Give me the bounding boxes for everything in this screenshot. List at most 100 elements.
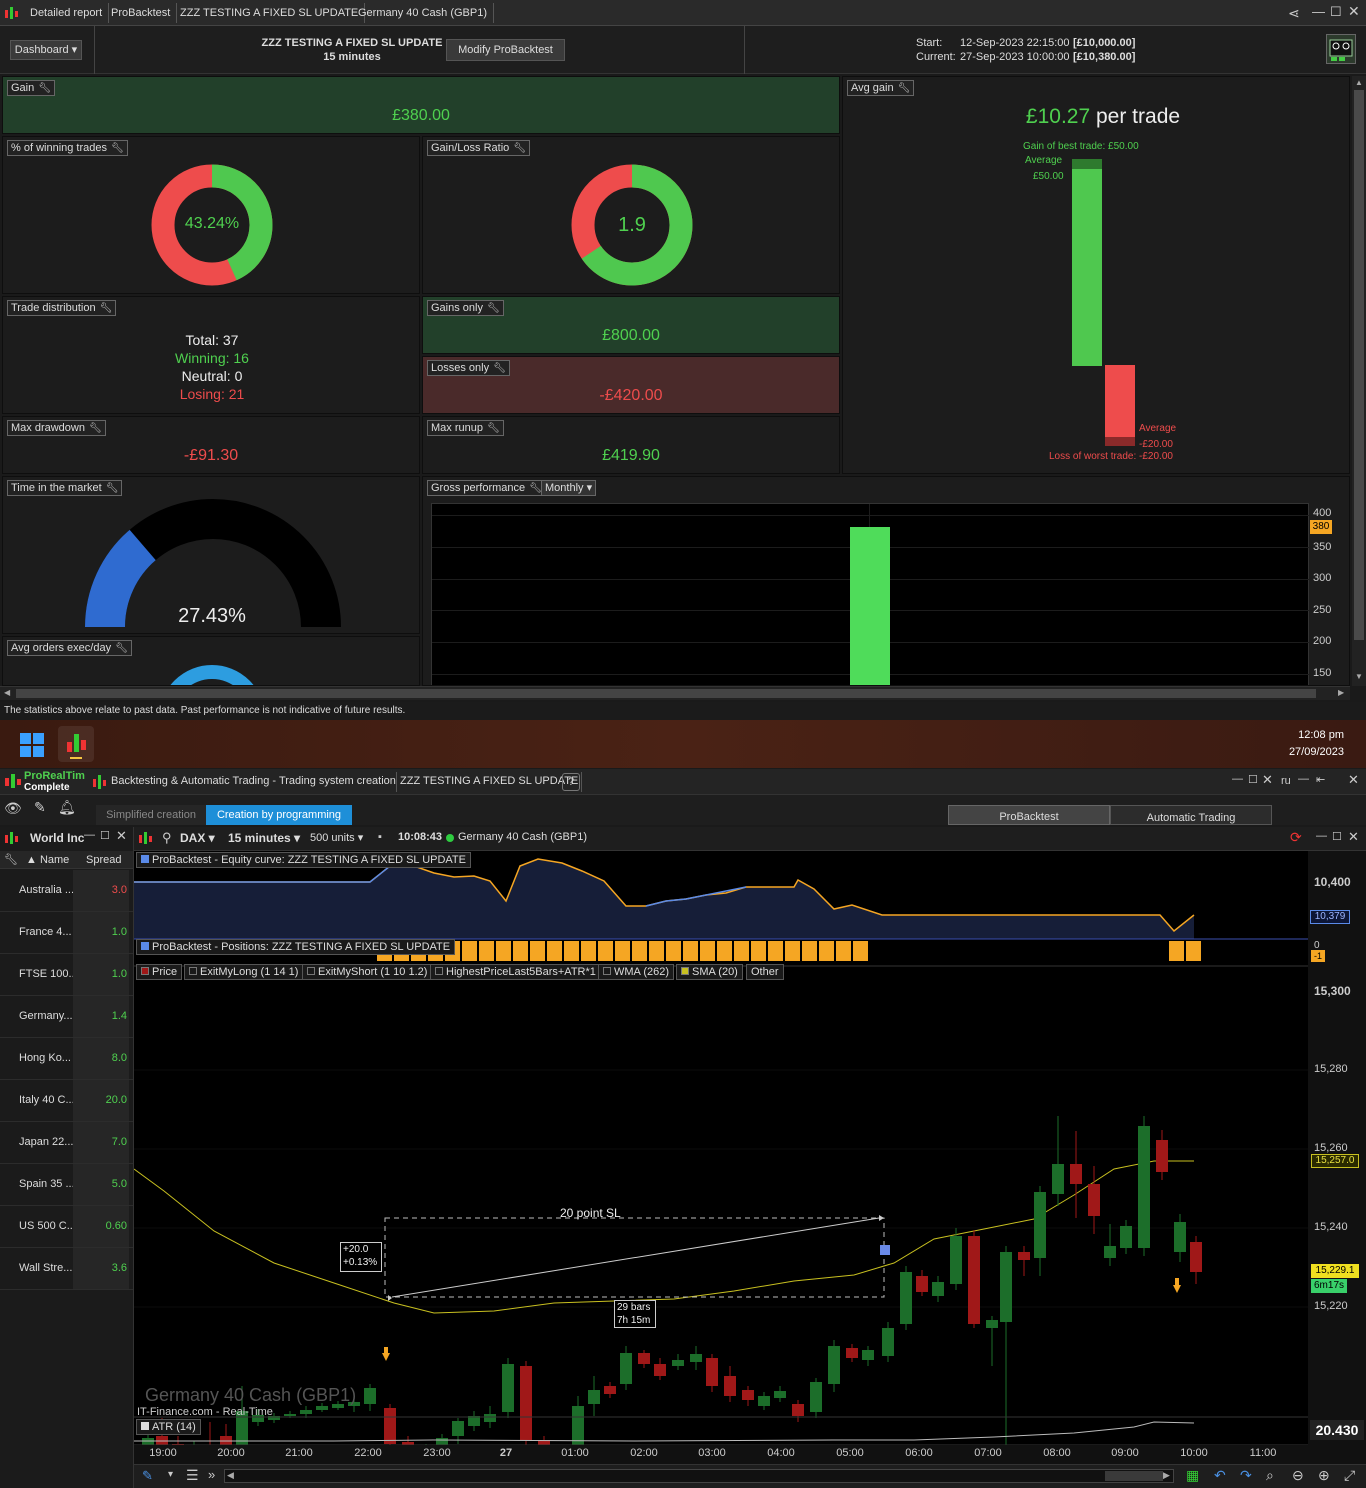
zoom-reset-icon[interactable]: ⌕ (1266, 1467, 1274, 1484)
scroll-down-icon[interactable]: ▼ (1355, 672, 1363, 681)
vertical-scrollbar[interactable]: ▲ ▼ (1352, 76, 1366, 686)
watchlist-row[interactable]: Italy 40 C... 20.0 (0, 1080, 133, 1122)
gain-label[interactable]: Gain 🔧︎ (7, 80, 55, 96)
wrench-icon[interactable]: 🔧︎ (4, 853, 18, 866)
tab-probacktest[interactable]: ProBacktest (948, 805, 1110, 825)
pin-icon[interactable]: ⇤ (1316, 773, 1325, 786)
menu-icon[interactable]: ☰ (186, 1467, 199, 1484)
eye-icon[interactable]: 👁︎ (4, 800, 22, 817)
watchlist-row[interactable]: France 4... 1.0 (0, 912, 133, 954)
avg-orders-label[interactable]: Avg orders exec/day 🔧︎ (7, 640, 132, 656)
atr-label[interactable]: ATR (14) (136, 1419, 201, 1435)
watchlist-row[interactable]: Wall Stre... 3.6 (0, 1248, 133, 1290)
close-icon[interactable]: ✕ (1348, 3, 1360, 20)
legend-item[interactable]: WMA (262) (598, 964, 675, 980)
wrench-icon[interactable]: 🔧︎ (100, 302, 113, 316)
grid-icon[interactable]: ▦ (1186, 1467, 1199, 1484)
help-icon[interactable]: ? (562, 773, 580, 791)
losses-only-label[interactable]: Losses only 🔧︎ (427, 360, 510, 376)
horizontal-scrollbar[interactable]: ◀ ▶ (0, 686, 1350, 700)
chart-scrollbar[interactable]: ◀ ▶ (224, 1469, 1174, 1483)
minimize-icon[interactable]: — (84, 829, 95, 841)
watchlist-row[interactable]: Japan 22... 7.0 (0, 1122, 133, 1164)
close-icon[interactable]: ✕ (1348, 829, 1359, 845)
scrollbar-thumb[interactable] (16, 689, 1316, 698)
minimize-icon[interactable]: — (1316, 830, 1327, 842)
share-icon[interactable]: ⋖ (1288, 5, 1300, 22)
scroll-up-icon[interactable]: ▲ (1355, 78, 1363, 87)
zoom-out-icon[interactable]: ⊖ (1292, 1467, 1304, 1484)
gross-performance-label[interactable]: Gross performance 🔧︎ (427, 480, 546, 496)
prorealtime-taskbar-icon[interactable] (58, 726, 94, 762)
gain-loss-label[interactable]: Gain/Loss Ratio 🔧︎ (427, 140, 530, 156)
wrench-icon[interactable]: 🔧︎ (898, 82, 911, 96)
watchlist-row[interactable]: Hong Ko... 8.0 (0, 1038, 133, 1080)
minimize-icon[interactable]: — (1232, 773, 1243, 785)
scroll-left-icon[interactable]: ◀ (227, 1470, 234, 1481)
max-runup-label[interactable]: Max runup 🔧︎ (427, 420, 504, 436)
legend-item[interactable]: ExitMyShort (1 10 1.2) (302, 964, 433, 980)
equity-curve-label[interactable]: ProBacktest - Equity curve: ZZZ TESTING … (136, 852, 471, 868)
minimize-icon[interactable]: — (1298, 773, 1309, 785)
legend-item[interactable]: Price (136, 964, 183, 980)
legend-item[interactable]: Other (746, 964, 784, 980)
strategy-tab[interactable]: ZZZ TESTING A FIXED SL UPDATE (396, 772, 583, 792)
draw-tool-icon[interactable]: ✎ (142, 1468, 153, 1484)
max-drawdown-label[interactable]: Max drawdown 🔧︎ (7, 420, 106, 436)
watchlist-title[interactable]: World Inc (30, 831, 84, 845)
wrench-icon[interactable]: 🔧︎ (513, 142, 526, 156)
fast-forward-icon[interactable]: » (208, 1467, 215, 1482)
maximize-icon[interactable]: ☐ (100, 829, 110, 842)
tab-probacktest[interactable]: ProBacktest (105, 3, 178, 23)
legend-item[interactable]: ExitMyLong (1 14 1) (184, 964, 304, 980)
windows-start-icon[interactable] (20, 733, 44, 757)
scroll-right-icon[interactable]: ▶ (1163, 1470, 1170, 1481)
wrench-icon[interactable]: 🔧︎ (487, 302, 500, 316)
wrench-icon[interactable]: 🔧︎ (529, 482, 542, 496)
wrench-icon[interactable]: 🔧︎ (89, 422, 102, 436)
info-icon[interactable]: ▪ (378, 831, 382, 843)
scroll-left-icon[interactable]: ◀ (4, 688, 10, 697)
wrench-icon[interactable]: 🔧︎ (111, 142, 124, 156)
timeframe-selector[interactable]: 15 minutes ▾ (228, 831, 300, 845)
units-selector[interactable]: 500 units ▾ (310, 831, 363, 844)
tab-simplified-creation[interactable]: Simplified creation (96, 805, 206, 825)
gains-only-label[interactable]: Gains only 🔧︎ (427, 300, 504, 316)
close-icon[interactable]: ✕ (1262, 772, 1273, 788)
watchlist-row[interactable]: US 500 C... 0.60 (0, 1206, 133, 1248)
wrench-icon[interactable]: 🔧︎ (493, 362, 506, 376)
tab-strategy[interactable]: ZZZ TESTING A FIXED SL UPDATE (174, 3, 366, 23)
close-icon[interactable]: ✕ (1348, 772, 1359, 788)
tab-detailed-report[interactable]: Detailed report (24, 3, 110, 23)
zoom-in-icon[interactable]: ⊕ (1318, 1467, 1330, 1484)
watchlist-row[interactable]: Spain 35 ... 5.0 (0, 1164, 133, 1206)
winning-trades-label[interactable]: % of winning trades 🔧︎ (7, 140, 128, 156)
legend-item[interactable]: SMA (20) (676, 964, 743, 980)
trade-distribution-label[interactable]: Trade distribution 🔧︎ (7, 300, 117, 316)
wrench-icon[interactable]: 🔧︎ (38, 82, 51, 96)
link-icon[interactable]: ⚲ (162, 830, 172, 846)
fit-icon[interactable]: ⤢ (1344, 1467, 1355, 1484)
maximize-icon[interactable]: ☐ (1248, 773, 1258, 786)
column-spread[interactable]: Spread (86, 854, 121, 866)
watchlist-row[interactable]: Australia ... 3.0 (0, 870, 133, 912)
bell-icon[interactable]: 🔔︎ (58, 799, 76, 816)
watchlist-row[interactable]: Germany... 1.4 (0, 996, 133, 1038)
avg-gain-label[interactable]: Avg gain 🔧︎ (847, 80, 915, 96)
dashboard-dropdown[interactable]: Dashboard ▾ (10, 40, 82, 60)
refresh-icon[interactable]: ⟳ (1290, 829, 1302, 846)
report-settings-icon[interactable] (1326, 34, 1356, 64)
scrollbar-thumb[interactable] (1354, 90, 1364, 640)
side-tab[interactable]: ru (1281, 775, 1291, 787)
modify-probacktest-button[interactable]: Modify ProBacktest (446, 39, 565, 61)
legend-item[interactable]: HighestPriceLast5Bars+ATR*1 (430, 964, 601, 980)
maximize-icon[interactable]: ☐ (1330, 4, 1342, 20)
tab-creation-programming[interactable]: Creation by programming (206, 805, 352, 825)
redo-icon[interactable]: ↷ (1240, 1467, 1252, 1484)
scroll-right-icon[interactable]: ▶ (1338, 688, 1344, 697)
watchlist-row[interactable]: FTSE 100... 1.0 (0, 954, 133, 996)
period-dropdown[interactable]: Monthly ▾ (541, 480, 597, 496)
pencil-icon[interactable]: ✎ (34, 799, 46, 816)
chevron-down-icon[interactable]: ▾ (168, 1469, 173, 1480)
undo-icon[interactable]: ↶ (1214, 1467, 1226, 1484)
